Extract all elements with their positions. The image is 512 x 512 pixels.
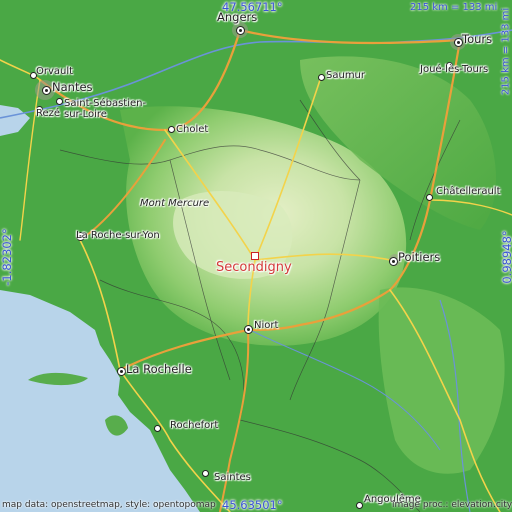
- place-label-la-rochelle: La Rochelle: [126, 362, 192, 376]
- city-dot-poitiers: [389, 257, 398, 266]
- place-label-mont-mercure: Mont Mercure: [140, 198, 210, 209]
- map-view[interactable]: Angers Tours Orvault Nantes Saint-Sébast…: [0, 0, 512, 512]
- city-dot-cholet: [168, 126, 175, 133]
- center-marker: [251, 252, 259, 260]
- place-label-la-roche-sur-yon: La Roche-sur-Yon: [76, 230, 160, 241]
- place-label-chatellerault: Châtellerault: [436, 186, 501, 197]
- attribution-map-data: map data: openstreetmap, style: opentopo…: [2, 500, 216, 510]
- place-label-saint-sebastien: Saint-Sébastien- sur-Loire: [64, 98, 147, 120]
- city-dot-chatellerault: [426, 194, 433, 201]
- coord-right: 0.98948°: [500, 230, 512, 284]
- coord-left: -1.82302°: [0, 228, 14, 286]
- coord-bottom: 45.63501°: [222, 498, 283, 512]
- city-dot-rochefort: [154, 425, 161, 432]
- place-label-rochefort: Rochefort: [170, 420, 219, 431]
- place-label-nantes: Nantes: [52, 80, 93, 94]
- city-dot-saumur: [318, 74, 325, 81]
- scale-horizontal: 215 km = 133 mi: [410, 2, 498, 13]
- place-label-saintes: Saintes: [214, 472, 251, 483]
- city-dot-la-rochelle: [117, 367, 126, 376]
- place-label-niort: Niort: [254, 320, 279, 331]
- place-label-poitiers: Poitiers: [398, 250, 441, 264]
- city-dot-niort: [244, 325, 253, 334]
- center-place-label: Secondigny: [216, 260, 292, 275]
- city-dot-angouleme: [356, 502, 363, 509]
- place-label-reze: Rezé: [36, 108, 61, 119]
- city-dot-saint-sebastien: [56, 98, 63, 105]
- city-dot-saintes: [202, 470, 209, 477]
- coord-top: 47.56711°: [222, 0, 283, 14]
- place-label-cholet: Cholet: [176, 124, 209, 135]
- place-label-joue-les-tours: Joué-lès-Tours: [420, 64, 489, 75]
- city-dot-nantes: [42, 86, 51, 95]
- attribution-image-proc: image proc.: elevation.city: [392, 500, 512, 510]
- place-label-saumur: Saumur: [326, 70, 366, 81]
- city-dot-angers: [236, 26, 245, 35]
- scale-vertical: 215 km = 133 mi: [500, 7, 512, 96]
- place-label-tours: Tours: [462, 32, 493, 46]
- place-label-orvault: Orvault: [36, 66, 74, 77]
